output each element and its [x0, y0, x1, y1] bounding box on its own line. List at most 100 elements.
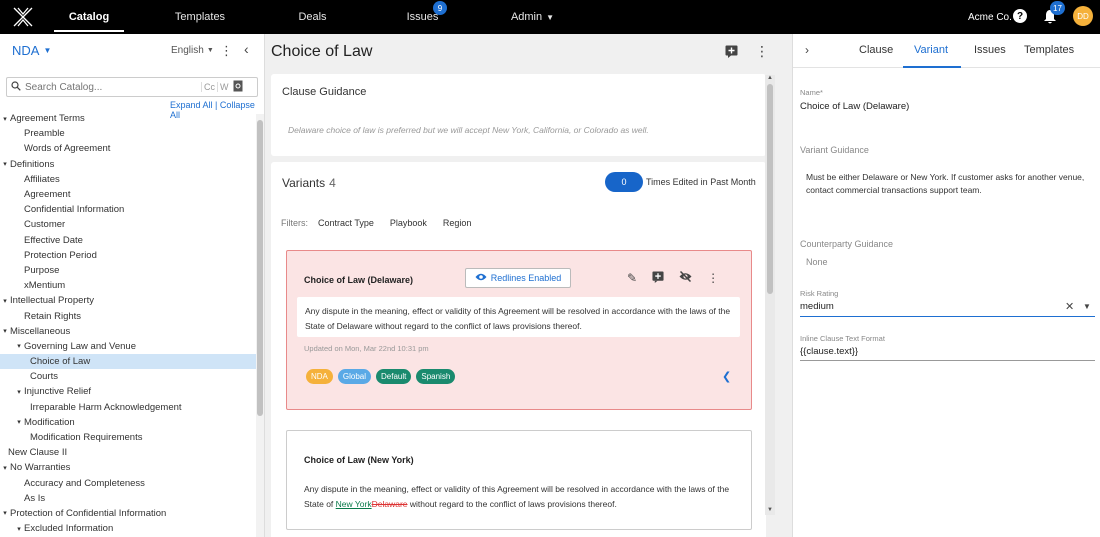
tree-item[interactable]: ▾ Injunctive Relief [0, 384, 256, 399]
help-icon[interactable]: ? [1013, 9, 1027, 23]
user-avatar[interactable]: DD [1073, 6, 1093, 26]
add-comment-icon[interactable] [652, 271, 664, 286]
add-comment-icon[interactable] [725, 45, 738, 58]
tree-item[interactable]: xMentium [0, 278, 256, 293]
scroll-down-arrow-icon[interactable]: ▼ [767, 507, 773, 513]
times-edited-pill[interactable]: 0 [605, 172, 643, 192]
nav-issues[interactable]: Issues 9 [395, 0, 450, 34]
notifications-bell-icon[interactable]: 17 [1043, 1, 1065, 25]
tag-chip[interactable]: Global [337, 369, 372, 384]
sidebar-more-icon[interactable]: ⋮ [220, 43, 233, 59]
times-edited-label: Times Edited in Past Month [646, 177, 756, 187]
sidebar-scroll-thumb[interactable] [257, 120, 263, 416]
catalog-search-input[interactable] [21, 78, 201, 96]
main-more-icon[interactable]: ⋮ [755, 43, 769, 60]
risk-rating-select[interactable]: medium ✕ ▼ [800, 299, 1095, 317]
variant-actions: ✎ ⋮ [627, 270, 719, 286]
filter-region[interactable]: Region [443, 218, 472, 228]
variant-more-icon[interactable]: ⋮ [707, 271, 719, 286]
tab-variant[interactable]: Variant [914, 44, 948, 56]
tag-chip[interactable]: NDA [306, 369, 333, 384]
scroll-up-arrow-icon[interactable]: ▲ [767, 75, 773, 81]
variant-card-delaware[interactable]: Choice of Law (Delaware) Redlines Enable… [286, 250, 752, 410]
clause-main-panel: Choice of Law ⋮ Clause Guidance Delaware… [265, 34, 792, 537]
filter-contract-type[interactable]: Contract Type [318, 218, 374, 228]
tree-item[interactable]: ▾ Protection of Confidential Information [0, 506, 256, 521]
expand-caret-icon[interactable]: ▾ [0, 115, 10, 123]
search-scope-w[interactable]: W [217, 82, 231, 92]
tab-clause[interactable]: Clause [859, 44, 893, 56]
sidebar-scrollbar[interactable] [256, 114, 264, 537]
tree-item[interactable]: ▾ No Warranties [0, 460, 256, 475]
expand-caret-icon[interactable]: ▾ [0, 464, 10, 472]
tree-item[interactable]: Words of Agreement [0, 141, 256, 156]
chevron-right-icon[interactable]: › [805, 43, 809, 57]
tree-item[interactable]: Modification Requirements [0, 430, 256, 445]
tree-item[interactable]: ▾ Miscellaneous [0, 324, 256, 339]
expand-caret-icon[interactable]: ▾ [14, 418, 24, 426]
tree-item[interactable]: Retain Rights [0, 308, 256, 323]
filter-playbook[interactable]: Playbook [390, 218, 427, 228]
redlines-enabled-button[interactable]: Redlines Enabled [465, 268, 571, 288]
expand-caret-icon[interactable]: ▾ [14, 342, 24, 350]
tree-item[interactable]: Affiliates [0, 172, 256, 187]
tab-issues[interactable]: Issues [974, 44, 1006, 56]
tree-item[interactable]: Choice of Law [0, 354, 256, 370]
chevron-left-icon[interactable]: ❮ [722, 370, 731, 383]
clear-icon[interactable]: ✕ [1065, 300, 1074, 313]
nav-deals[interactable]: Deals [285, 0, 340, 34]
tree-item[interactable]: ▾ Definitions [0, 157, 256, 172]
app-logo-icon[interactable] [0, 0, 46, 34]
inline-format-field[interactable]: {{clause.text}} [800, 343, 1095, 361]
language-selector[interactable]: English ▼ [171, 45, 214, 56]
tree-item-label: Words of Agreement [24, 143, 111, 155]
catalog-selector[interactable]: NDA ▼ [12, 43, 51, 58]
tree-item[interactable]: Preamble [0, 126, 256, 141]
nav-catalog-label: Catalog [68, 11, 110, 23]
nav-admin[interactable]: Admin ▼ [500, 0, 565, 34]
tree-item[interactable]: Effective Date [0, 233, 256, 248]
expand-caret-icon[interactable]: ▾ [0, 297, 10, 305]
expand-caret-icon[interactable]: ▾ [0, 509, 10, 517]
nav-catalog[interactable]: Catalog [54, 0, 124, 34]
tag-chip[interactable]: Spanish [416, 369, 456, 384]
counterparty-guidance-label: Counterparty Guidance [800, 239, 894, 249]
tree-item[interactable]: ▾ Modification [0, 415, 256, 430]
tree-item[interactable]: As Is [0, 491, 256, 506]
hide-eye-slash-icon[interactable] [679, 270, 692, 286]
nav-templates-label: Templates [174, 11, 226, 23]
tree-item[interactable]: Agreement [0, 187, 256, 202]
edit-pencil-icon[interactable]: ✎ [627, 271, 637, 286]
nav-templates[interactable]: Templates [160, 0, 240, 34]
counterparty-guidance-value[interactable]: None [806, 257, 828, 267]
expand-caret-icon[interactable]: ▾ [14, 525, 24, 533]
tree-item[interactable]: Irreparable Harm Acknowledgement [0, 400, 256, 415]
tree-item[interactable]: ▾ Agreement Terms [0, 111, 256, 126]
document-search-icon[interactable] [233, 80, 244, 95]
tree-item[interactable]: New Clause II [0, 445, 256, 460]
tree-item[interactable]: Protection Period [0, 248, 256, 263]
tree-item-label: Definitions [10, 158, 55, 170]
main-scroll-thumb[interactable] [767, 84, 773, 294]
tree-item[interactable]: Courts [0, 369, 256, 384]
tree-item[interactable]: ▾ Intellectual Property [0, 293, 256, 308]
collapse-sidebar-icon[interactable]: ‹ [244, 41, 249, 57]
tree-item[interactable]: ▾ Governing Law and Venue [0, 339, 256, 354]
tab-templates[interactable]: Templates [1024, 44, 1074, 56]
tree-item[interactable]: Purpose [0, 263, 256, 278]
name-field[interactable]: Choice of Law (Delaware) [800, 101, 909, 112]
main-scrollbar[interactable]: ▲ ▼ [765, 75, 775, 515]
tree-item[interactable]: Accuracy and Completeness [0, 476, 256, 491]
tree-item[interactable]: ▾ Excluded Information [0, 521, 256, 536]
expand-all-link[interactable]: Expand All [170, 100, 213, 110]
dropdown-arrow-icon[interactable]: ▼ [1083, 302, 1091, 311]
expand-caret-icon[interactable]: ▾ [0, 327, 10, 335]
search-scope-c[interactable]: Cc [201, 82, 217, 92]
expand-caret-icon[interactable]: ▾ [14, 388, 24, 396]
expand-caret-icon[interactable]: ▾ [0, 160, 10, 168]
tag-chip[interactable]: Default [376, 369, 412, 384]
tree-item[interactable]: Customer [0, 217, 256, 232]
tree-item[interactable]: Confidential Information [0, 202, 256, 217]
variant-guidance-text[interactable]: Must be either Delaware or New York. If … [806, 171, 1091, 197]
variant-card-new-york[interactable]: Choice of Law (New York) Any dispute in … [286, 430, 752, 530]
